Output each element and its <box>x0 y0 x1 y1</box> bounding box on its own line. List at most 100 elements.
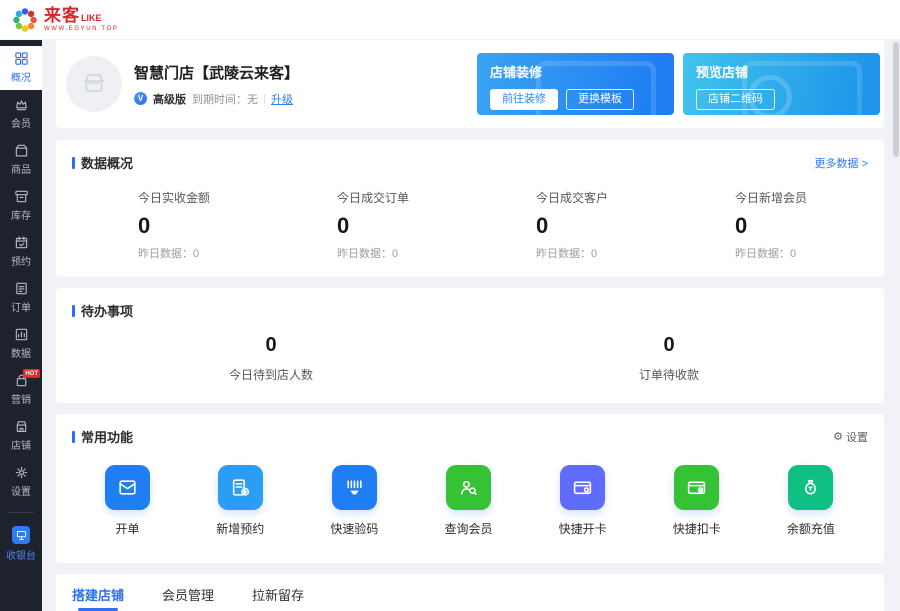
quick-recharge[interactable]: 余额充值 <box>787 465 835 537</box>
section-marker <box>72 157 75 169</box>
todo-expected-visitors: 0 今日待到店人数 <box>72 334 470 383</box>
sidebar-item-shop[interactable]: 店铺 <box>0 414 42 458</box>
todo-section: 待办事项 0 今日待到店人数 0 订单待收款 <box>56 288 884 403</box>
sidebar-label: 数据 <box>11 345 31 360</box>
inventory-icon <box>14 189 29 204</box>
cashier-icon <box>12 526 30 544</box>
tab-build-shop[interactable]: 搭建店铺 <box>72 585 124 611</box>
top-header: 来客 LIKE WWW.EGYUN.TOP <box>0 0 900 40</box>
quick-new-booking[interactable]: 新增预约 <box>216 465 264 537</box>
todo-value: 0 <box>72 334 470 357</box>
stat-value: 0 <box>536 213 669 239</box>
sidebar-item-orders[interactable]: 订单 <box>0 276 42 320</box>
section-title: 常用功能 <box>81 427 133 446</box>
section-title: 数据概况 <box>81 153 133 172</box>
quick-open-card[interactable]: 快捷开卡 <box>559 465 607 537</box>
quick-label: 余额充值 <box>787 520 835 537</box>
booking-add-icon <box>218 465 263 510</box>
plan-badge-icon: V <box>134 92 147 105</box>
sidebar-item-inventory[interactable]: 库存 <box>0 184 42 228</box>
sidebar-label: 概况 <box>11 69 31 84</box>
settings-label: 设置 <box>846 429 868 445</box>
stat-today-revenue: 今日实收金额 0 昨日数据：0 <box>72 189 271 261</box>
sidebar-label: 预约 <box>11 253 31 268</box>
shop-qrcode-button[interactable]: 店铺二维码 <box>696 89 775 110</box>
quick-settings-button[interactable]: ⚙ 设置 <box>833 429 868 445</box>
vertical-scrollbar <box>892 40 900 611</box>
stat-sub: 昨日数据：0 <box>337 245 470 261</box>
quick-label: 快捷开卡 <box>559 520 607 537</box>
quick-label: 新增预约 <box>216 520 264 537</box>
sidebar-item-members[interactable]: 会员 <box>0 92 42 136</box>
data-overview-section: 数据概况 更多数据 > 今日实收金额 0 昨日数据：0 今日成交订单 0 昨日数… <box>56 140 884 277</box>
barcode-scan-icon <box>332 465 377 510</box>
product-icon <box>14 143 29 158</box>
store-info-card: 智慧门店【武陵云来客】 V 高级版 到期时间：无 升级 店铺装修 前往装修 更换… <box>56 40 884 128</box>
quick-actions-section: 常用功能 ⚙ 设置 开单 新增预约 <box>56 414 884 563</box>
sidebar-label: 商品 <box>11 161 31 176</box>
invoice-icon <box>105 465 150 510</box>
quick-search-member[interactable]: 查询会员 <box>444 465 492 537</box>
shop-decorate-card: 店铺装修 前往装修 更换模板 <box>477 53 674 115</box>
order-icon <box>14 281 29 296</box>
gear-icon: ⚙ <box>833 430 843 443</box>
divider <box>264 94 265 104</box>
sidebar-item-marketing[interactable]: HOT 营销 <box>0 368 42 412</box>
stat-value: 0 <box>138 213 271 239</box>
card-deduct-icon <box>674 465 719 510</box>
upgrade-link[interactable]: 升级 <box>271 91 293 107</box>
sidebar-label: 收银台 <box>6 547 36 562</box>
quick-label: 快速验码 <box>330 520 378 537</box>
quick-scan-code[interactable]: 快速验码 <box>330 465 378 537</box>
stat-new-members: 今日新增会员 0 昨日数据：0 <box>669 189 868 261</box>
member-search-icon <box>446 465 491 510</box>
sidebar-item-cashier[interactable]: 收银台 <box>0 521 42 568</box>
todo-label: 订单待收款 <box>470 366 868 383</box>
sidebar-nav: 概况 会员 商品 库存 预约 订单 数据 HOT 营销 店铺 设置 <box>0 40 42 611</box>
sidebar-item-data[interactable]: 数据 <box>0 322 42 366</box>
tab-acquisition-retention[interactable]: 拉新留存 <box>252 585 304 611</box>
stat-label: 今日成交客户 <box>536 189 669 206</box>
stat-label: 今日成交订单 <box>337 189 470 206</box>
quick-deduct-card[interactable]: 快捷扣卡 <box>673 465 721 537</box>
settings-icon <box>14 465 29 480</box>
store-title: 智慧门店【武陵云来客】 <box>134 62 299 83</box>
booking-icon <box>14 235 29 250</box>
quick-label: 开单 <box>116 520 140 537</box>
stat-value: 0 <box>337 213 470 239</box>
logo-mark-icon <box>10 5 40 35</box>
stat-sub: 昨日数据：0 <box>735 245 868 261</box>
decor-card-title: 店铺装修 <box>490 62 661 81</box>
sidebar-label: 会员 <box>11 115 31 130</box>
guide-section: 搭建店铺 会员管理 拉新留存 服务管理 卡项管理 店铺信息 <box>56 574 884 611</box>
scrollbar-thumb[interactable] <box>893 42 899 157</box>
change-template-button[interactable]: 更换模板 <box>566 89 634 110</box>
hot-badge: HOT <box>23 369 40 378</box>
sidebar-item-settings[interactable]: 设置 <box>0 460 42 504</box>
stat-today-customers: 今日成交客户 0 昨日数据：0 <box>470 189 669 261</box>
stat-sub: 昨日数据：0 <box>536 245 669 261</box>
store-avatar <box>66 56 122 112</box>
member-icon <box>14 97 29 112</box>
sidebar-item-overview[interactable]: 概况 <box>0 46 42 90</box>
stat-value: 0 <box>735 213 868 239</box>
sidebar-divider <box>8 512 34 513</box>
sidebar-label: 营销 <box>11 391 31 406</box>
sidebar-label: 店铺 <box>11 437 31 452</box>
quick-create-order[interactable]: 开单 <box>105 465 150 537</box>
tab-member-management[interactable]: 会员管理 <box>162 585 214 611</box>
todo-value: 0 <box>470 334 868 357</box>
quick-label: 查询会员 <box>444 520 492 537</box>
go-decorate-button[interactable]: 前往装修 <box>490 89 558 110</box>
logo-text-en: LIKE <box>81 14 102 23</box>
sidebar-item-products[interactable]: 商品 <box>0 138 42 182</box>
wallet-icon <box>788 465 833 510</box>
card-open-icon <box>560 465 605 510</box>
sidebar-label: 订单 <box>11 299 31 314</box>
app-logo[interactable]: 来客 LIKE WWW.EGYUN.TOP <box>10 5 118 35</box>
more-data-link[interactable]: 更多数据 > <box>815 155 868 171</box>
sidebar-item-bookings[interactable]: 预约 <box>0 230 42 274</box>
decor-card-title: 预览店铺 <box>696 62 867 81</box>
data-icon <box>14 327 29 342</box>
sidebar-label: 库存 <box>11 207 31 222</box>
